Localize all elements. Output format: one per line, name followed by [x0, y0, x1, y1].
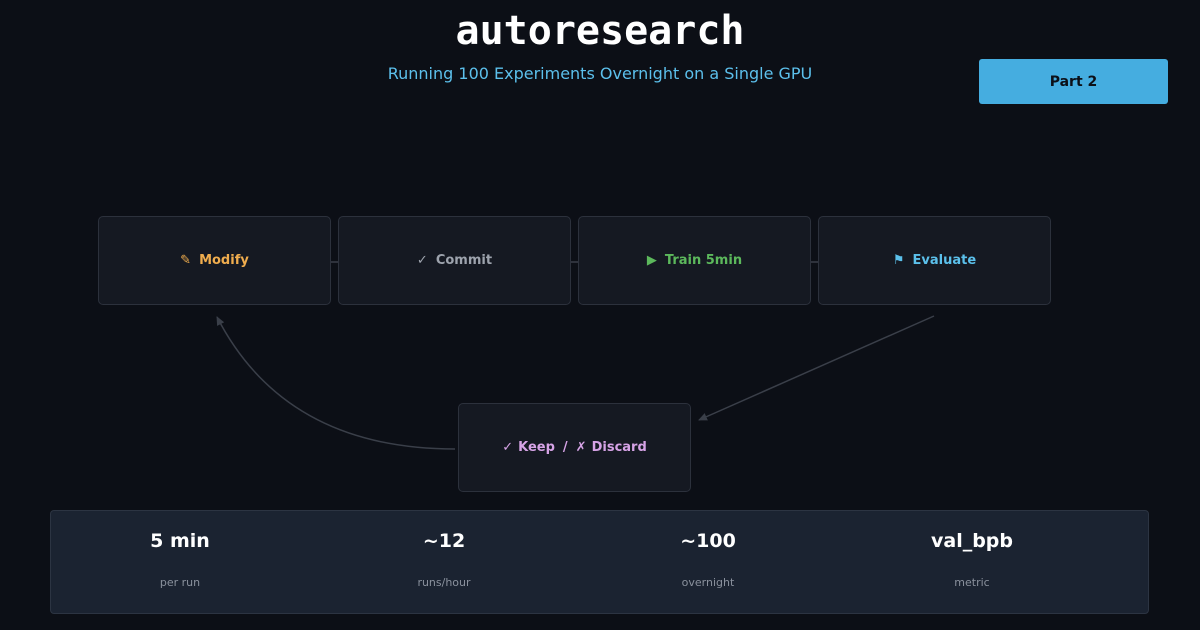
edge-evaluate-decision — [698, 315, 935, 421]
node-commit-label: Commit — [435, 253, 493, 268]
stat-label: overnight — [681, 576, 735, 589]
stat-value: ~100 — [680, 530, 736, 552]
stat-value: val_bpb — [930, 530, 1014, 552]
node-train-label: Train 5min — [664, 253, 743, 268]
node-train: ▶ Train 5min — [578, 216, 811, 305]
node-modify: ✎ Modify — [98, 216, 331, 305]
play-icon: ▶ — [646, 253, 657, 268]
check-icon: ✓ — [502, 440, 514, 455]
pencil-icon: ✎ — [180, 253, 192, 268]
node-keep-discard: ✓ Keep / ✗ Discard — [458, 403, 691, 492]
stat-value: ~12 — [422, 530, 466, 552]
stats-panel: 5 min per run ~12 runs/hour ~100 overnig… — [50, 510, 1149, 614]
decision-separator: / — [562, 440, 568, 455]
edge-decision-modify — [216, 316, 456, 450]
node-commit: ✓ Commit — [338, 216, 571, 305]
keep-label: Keep — [518, 440, 555, 455]
stat-label: per run — [159, 576, 201, 589]
node-evaluate-label: Evaluate — [912, 253, 977, 268]
cross-icon: ✗ — [575, 440, 587, 455]
node-modify-label: Modify — [199, 253, 249, 268]
stat-label: metric — [954, 576, 990, 589]
check-icon: ✓ — [416, 253, 428, 268]
flag-icon: ⚑ — [892, 253, 905, 268]
node-evaluate: ⚑ Evaluate — [818, 216, 1051, 305]
stat-label: runs/hour — [417, 576, 471, 589]
discard-label: Discard — [591, 440, 647, 455]
stat-value: 5 min — [150, 530, 210, 552]
